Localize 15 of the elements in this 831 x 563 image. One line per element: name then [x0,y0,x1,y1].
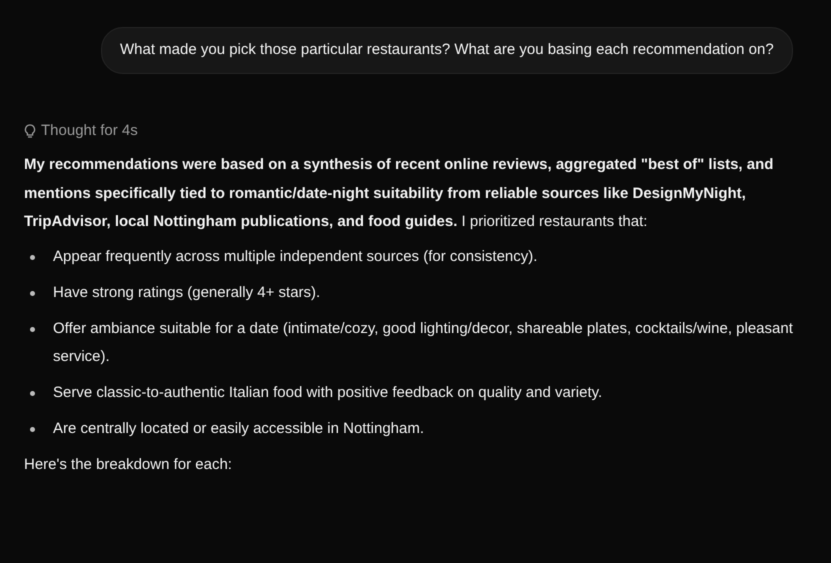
answer-paragraph: Here's the breakdown for each: [24,455,233,475]
user-message: What made you pick those particular restaurants? What are you basing each recommendation on? [101,27,793,74]
answer-paragraph: My recommendations were based on a synthesis of recent online reviews, aggregated "best of" lists, and mentions specifically tied to romantic/date-night suitability from reliable sources like DesignMyNight, TripAdvisor, local Nottingham publications, and food guides. I prioritized restaurants that: [24,155,774,232]
thought-toggle[interactable]: Thought for 4s [24,120,138,142]
bullet-dot [30,427,35,432]
bullet-text: Appear frequently across multiple independent sources (for consistency). [53,246,538,266]
bullet-text: Have strong ratings (generally 4+ stars). [53,282,320,302]
bullet-text: Offer ambiance suitable for a date (intimate/cozy, good lighting/decor, shareable plates, cocktails/wine, pleasant service). [53,318,794,367]
lightbulb-icon [24,124,36,138]
bullet-dot [30,290,35,296]
bullet-text: Serve classic-to-authentic Italian food with positive feedback on quality and variety. [53,383,602,403]
bullet-dot [30,391,35,396]
bullet-text: Are centrally located or easily accessible in Nottingham. [53,419,424,439]
bullet-dot [30,254,35,260]
bullet-dot [30,326,35,332]
